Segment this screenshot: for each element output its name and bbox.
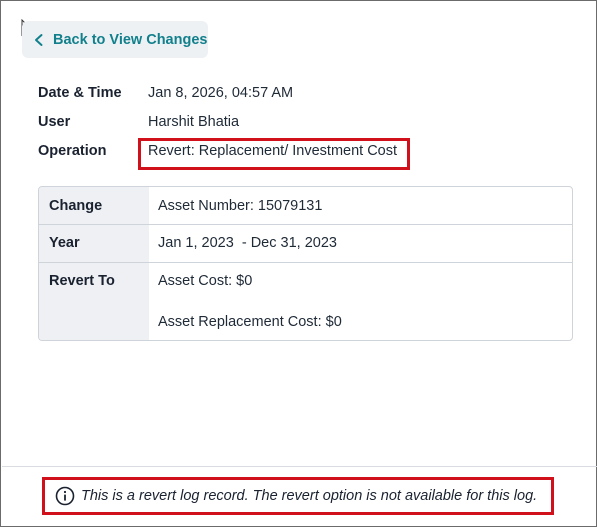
info-icon <box>55 486 75 506</box>
date-time-label: Date & Time <box>38 85 122 101</box>
row-divider <box>39 262 572 263</box>
operation-label: Operation <box>38 143 107 159</box>
change-details-table: Change Asset Number: 15079131 Year Jan 1… <box>38 186 573 341</box>
revert-log-notice: This is a revert log record. The revert … <box>42 477 554 515</box>
revert-asset-cost: Asset Cost: $0 <box>158 273 253 289</box>
revert-to-label: Revert To <box>49 273 115 289</box>
footer-divider <box>2 466 597 467</box>
date-time-value: Jan 8, 2026, 04:57 AM <box>148 85 294 101</box>
back-to-view-changes-button[interactable]: Back to View Changes <box>22 21 208 58</box>
row-divider <box>39 224 572 225</box>
revert-asset-replacement-cost: Asset Replacement Cost: $0 <box>158 314 342 330</box>
user-value: Harshit Bhatia <box>148 114 240 130</box>
change-label: Change <box>49 198 103 214</box>
change-value: Asset Number: 15079131 <box>158 198 323 214</box>
user-label: User <box>38 114 71 130</box>
operation-highlight-box <box>138 138 410 170</box>
year-value: Jan 1, 2023 - Dec 31, 2023 <box>158 235 337 251</box>
notice-text: This is a revert log record. The revert … <box>81 488 538 504</box>
chevron-left-icon <box>35 33 43 46</box>
year-label: Year <box>49 235 80 251</box>
back-button-label: Back to View Changes <box>53 31 208 48</box>
log-detail-panel: Back to View Changes Date & Time Jan 8, … <box>0 0 597 527</box>
